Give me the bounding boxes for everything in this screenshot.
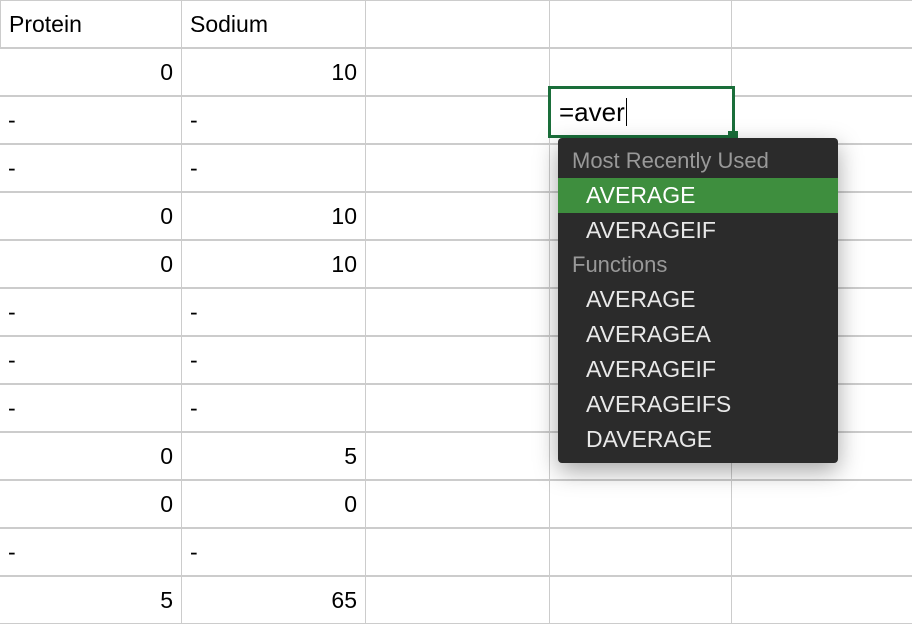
cell[interactable]: - <box>182 96 366 144</box>
autocomplete-section-label: Functions <box>558 248 838 282</box>
cell-value: 10 <box>331 203 357 230</box>
cell[interactable] <box>366 576 550 624</box>
cell[interactable]: - <box>182 336 366 384</box>
cell-value: 65 <box>331 587 357 614</box>
column-header[interactable] <box>366 0 550 48</box>
cell-value: 5 <box>344 443 357 470</box>
cell[interactable]: - <box>0 384 182 432</box>
cell[interactable] <box>366 48 550 96</box>
cell[interactable]: - <box>0 288 182 336</box>
cell[interactable]: - <box>182 528 366 576</box>
cell[interactable]: - <box>0 336 182 384</box>
cell[interactable]: - <box>0 528 182 576</box>
cell[interactable] <box>732 576 912 624</box>
cell-value: - <box>190 107 198 134</box>
autocomplete-item[interactable]: AVERAGEIF <box>558 213 838 248</box>
cell[interactable] <box>366 288 550 336</box>
cell-value: 10 <box>331 59 357 86</box>
autocomplete-item[interactable]: AVERAGEA <box>558 317 838 352</box>
cell-value: 0 <box>160 443 173 470</box>
autocomplete-item[interactable]: AVERAGE <box>558 282 838 317</box>
cell[interactable]: 10 <box>182 48 366 96</box>
cell-value: - <box>190 395 198 422</box>
cell-value: 0 <box>160 251 173 278</box>
cell[interactable] <box>366 144 550 192</box>
autocomplete-item[interactable]: AVERAGEIFS <box>558 387 838 422</box>
cell-value: 0 <box>344 491 357 518</box>
formula-input-text: =aver <box>559 97 625 128</box>
cell[interactable] <box>366 96 550 144</box>
cell[interactable] <box>366 528 550 576</box>
cell[interactable]: 0 <box>0 192 182 240</box>
cell[interactable]: 5 <box>0 576 182 624</box>
cell-value: - <box>190 347 198 374</box>
cell[interactable]: - <box>182 288 366 336</box>
column-header[interactable]: Protein <box>0 0 182 48</box>
cell[interactable]: 65 <box>182 576 366 624</box>
cell-value: - <box>190 299 198 326</box>
cell[interactable] <box>366 384 550 432</box>
cell-value: - <box>190 155 198 182</box>
cell[interactable]: - <box>182 384 366 432</box>
active-cell-editor[interactable]: =aver <box>548 86 735 138</box>
autocomplete-item[interactable]: AVERAGE <box>558 178 838 213</box>
cell[interactable] <box>732 96 912 144</box>
cell[interactable]: - <box>0 96 182 144</box>
column-header[interactable] <box>732 0 912 48</box>
cell-value: - <box>8 107 16 134</box>
cell[interactable] <box>732 480 912 528</box>
cell[interactable] <box>550 576 732 624</box>
cell[interactable] <box>732 528 912 576</box>
cell[interactable] <box>732 48 912 96</box>
cell[interactable]: 0 <box>0 240 182 288</box>
cell-value: Sodium <box>190 11 268 38</box>
cell[interactable] <box>366 432 550 480</box>
cell[interactable] <box>366 192 550 240</box>
cell[interactable]: 10 <box>182 192 366 240</box>
cell-value: 0 <box>160 203 173 230</box>
cell[interactable] <box>366 240 550 288</box>
cell-value: - <box>8 155 16 182</box>
cell-value: 0 <box>160 491 173 518</box>
cell-value: 10 <box>331 251 357 278</box>
cell[interactable]: 0 <box>0 48 182 96</box>
cell-value: - <box>8 299 16 326</box>
cell-value: - <box>8 395 16 422</box>
cell-value: Protein <box>9 11 82 38</box>
cell[interactable] <box>366 336 550 384</box>
text-cursor <box>626 98 627 126</box>
formula-autocomplete-popup[interactable]: Most Recently UsedAVERAGEAVERAGEIFFuncti… <box>558 138 838 463</box>
cell[interactable] <box>550 528 732 576</box>
column-header[interactable]: Sodium <box>182 0 366 48</box>
column-header[interactable] <box>550 0 732 48</box>
autocomplete-item[interactable]: AVERAGEIF <box>558 352 838 387</box>
cell[interactable]: 0 <box>0 480 182 528</box>
cell-value: - <box>8 539 16 566</box>
cell[interactable]: - <box>182 144 366 192</box>
autocomplete-section-label: Most Recently Used <box>558 144 838 178</box>
cell[interactable] <box>550 480 732 528</box>
cell[interactable]: 0 <box>0 432 182 480</box>
cell-value: - <box>8 347 16 374</box>
cell[interactable]: 5 <box>182 432 366 480</box>
autocomplete-item[interactable]: DAVERAGE <box>558 422 838 457</box>
cell[interactable]: 10 <box>182 240 366 288</box>
cell-value: 0 <box>160 59 173 86</box>
cell[interactable] <box>366 480 550 528</box>
cell-value: 5 <box>160 587 173 614</box>
cell-value: - <box>190 539 198 566</box>
cell[interactable]: 0 <box>182 480 366 528</box>
cell[interactable]: - <box>0 144 182 192</box>
